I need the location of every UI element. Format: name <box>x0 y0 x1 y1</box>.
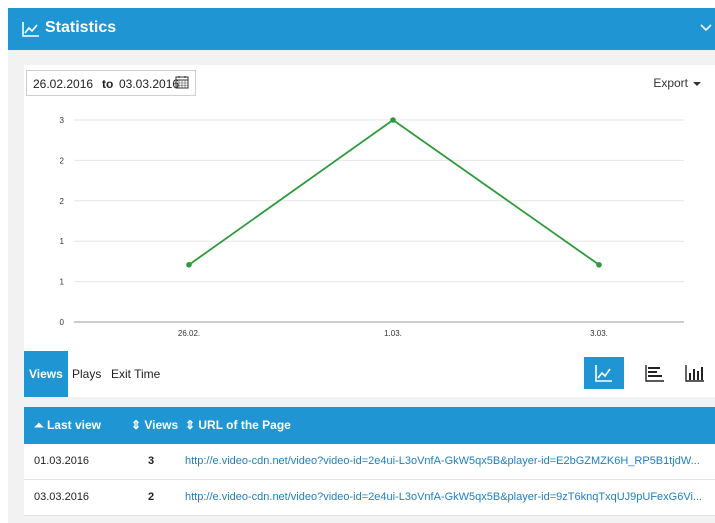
date-range-picker[interactable]: 26.02.2016 to 03.03.2016 <box>26 70 196 96</box>
cell-last-view: 03.03.2016 <box>34 491 90 503</box>
export-label: Export <box>653 76 688 90</box>
y-tick-label: 1 <box>60 237 65 246</box>
line-chart-icon <box>595 365 612 382</box>
data-point <box>596 261 602 268</box>
line-chart: 3 2 2 1 1 0 26.02. 1.03. 3.03. <box>60 116 684 338</box>
data-point <box>186 261 192 268</box>
trend-chart-icon <box>22 22 39 37</box>
x-tick-label: 26.02. <box>178 329 200 338</box>
sort-up-icon: ⏶ <box>34 418 47 432</box>
tab-plays[interactable]: Plays <box>67 351 106 397</box>
panel-title: Statistics <box>45 19 117 36</box>
views-table: ⏶ Last view ⇕ Views ⇕ URL of the Page 01… <box>24 407 715 516</box>
line-chart-view-button[interactable] <box>584 357 624 389</box>
export-dropdown[interactable]: Export <box>653 76 701 90</box>
y-tick-label: 1 <box>60 278 65 287</box>
sort-icon: ⇕ <box>185 418 199 432</box>
col-url[interactable]: ⇕ URL of the Page <box>185 418 291 432</box>
table-row: 03.03.2016 2 http://e.video-cdn.net/vide… <box>24 480 715 516</box>
table-row: 01.03.2016 3 http://e.video-cdn.net/vide… <box>24 444 715 480</box>
cell-views: 3 <box>148 455 155 467</box>
y-tick-label: 0 <box>60 318 65 327</box>
y-tick-label: 3 <box>60 116 65 125</box>
vertical-bar-view-button[interactable] <box>675 357 715 389</box>
date-to-label: to <box>102 77 114 91</box>
date-to: 03.03.2016 <box>119 77 180 91</box>
chevron-down-icon[interactable] <box>699 21 713 35</box>
cell-views: 2 <box>148 491 155 503</box>
tab-views[interactable]: Views <box>24 351 68 397</box>
cell-last-view: 01.03.2016 <box>34 455 90 467</box>
date-from: 26.02.2016 <box>33 77 94 91</box>
data-point <box>390 117 396 123</box>
metric-tabs-bar: Views Plays Exit Time <box>24 351 715 397</box>
col-views[interactable]: ⇕ Views <box>131 418 178 432</box>
statistics-panel: Statistics 26.02.2016 to 03.03.2016 Expo… <box>8 8 715 523</box>
table-header: ⏶ Last view ⇕ Views ⇕ URL of the Page <box>24 407 715 444</box>
vertical-bar-icon <box>685 365 704 382</box>
panel-header[interactable]: Statistics <box>8 8 715 50</box>
y-tick-label: 2 <box>60 197 65 206</box>
y-tick-label: 2 <box>60 156 65 165</box>
x-tick-label: 1.03. <box>384 329 402 338</box>
series-line <box>188 118 600 266</box>
horizontal-bar-icon <box>645 365 664 382</box>
caret-down-icon <box>693 81 701 86</box>
cell-url-link[interactable]: http://e.video-cdn.net/video?video-id=2e… <box>185 491 705 503</box>
tab-exit-time[interactable]: Exit Time <box>106 351 165 397</box>
sort-icon: ⇕ <box>131 418 145 432</box>
calendar-icon <box>175 76 189 89</box>
x-tick-label: 3.03. <box>590 329 608 338</box>
col-last-view[interactable]: ⏶ Last view <box>34 418 101 433</box>
cell-url-link[interactable]: http://e.video-cdn.net/video?video-id=2e… <box>185 455 705 467</box>
chart-card: 26.02.2016 to 03.03.2016 Export 3 2 2 1 1 0 26… <box>24 65 715 351</box>
horizontal-bar-view-button[interactable] <box>635 357 675 389</box>
